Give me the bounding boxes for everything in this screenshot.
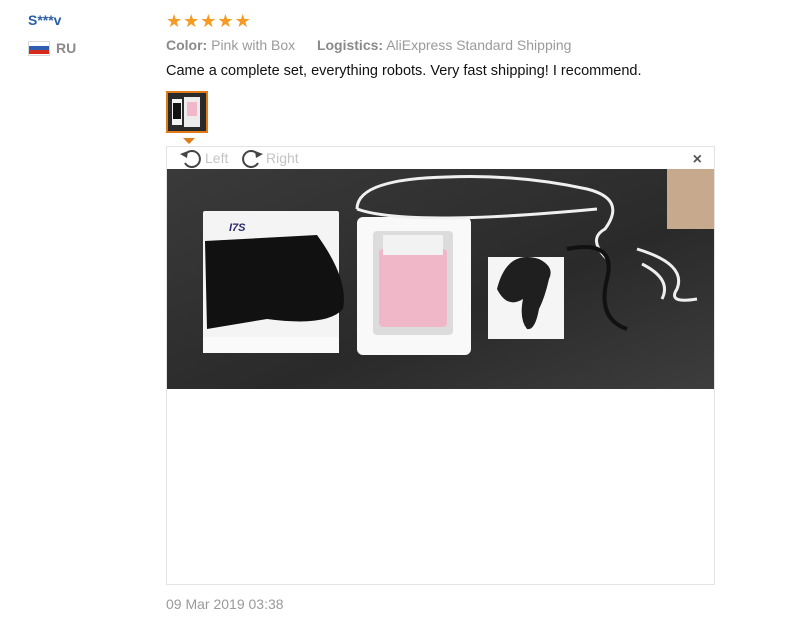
country-code: RU [56,40,77,56]
thumbnail-pointer [183,138,195,144]
review-date: 09 Mar 2019 03:38 [166,596,284,612]
star-icon: ★ [234,11,251,31]
review-photo-thumbnail[interactable] [166,91,208,133]
close-icon[interactable]: × [693,152,702,168]
logistics-label: Logistics: [316,37,384,53]
color-value: Pink with Box [211,37,296,53]
box-label: I7S [229,222,246,234]
rotate-right-icon [242,150,263,168]
logistics-value: AliExpress Standard Shipping [386,37,572,53]
order-info: Color: Pink with Box Logistics: AliExpre… [166,37,571,53]
star-icon: ★ [200,11,217,31]
flag-ru-icon [28,40,50,56]
review-photo: I7S [167,169,714,389]
photo-viewer: Left Right × I7S [166,146,715,585]
star-icon: ★ [217,11,234,31]
rotate-right-button[interactable]: Right [240,148,299,168]
star-icon: ★ [166,11,183,31]
rotate-left-button[interactable]: Left [179,148,228,168]
rating-stars: ★ ★ ★ ★ ★ [166,11,251,31]
rotate-left-icon [180,150,201,168]
rotate-left-label: Left [205,150,229,166]
rotate-right-label: Right [266,150,299,166]
star-icon: ★ [183,11,200,31]
reviewer-name: S***v [28,12,62,28]
review-text: Came a complete set, everything robots. … [166,63,642,79]
reviewer-country: RU [28,40,76,56]
color-label: Color: [166,37,208,53]
